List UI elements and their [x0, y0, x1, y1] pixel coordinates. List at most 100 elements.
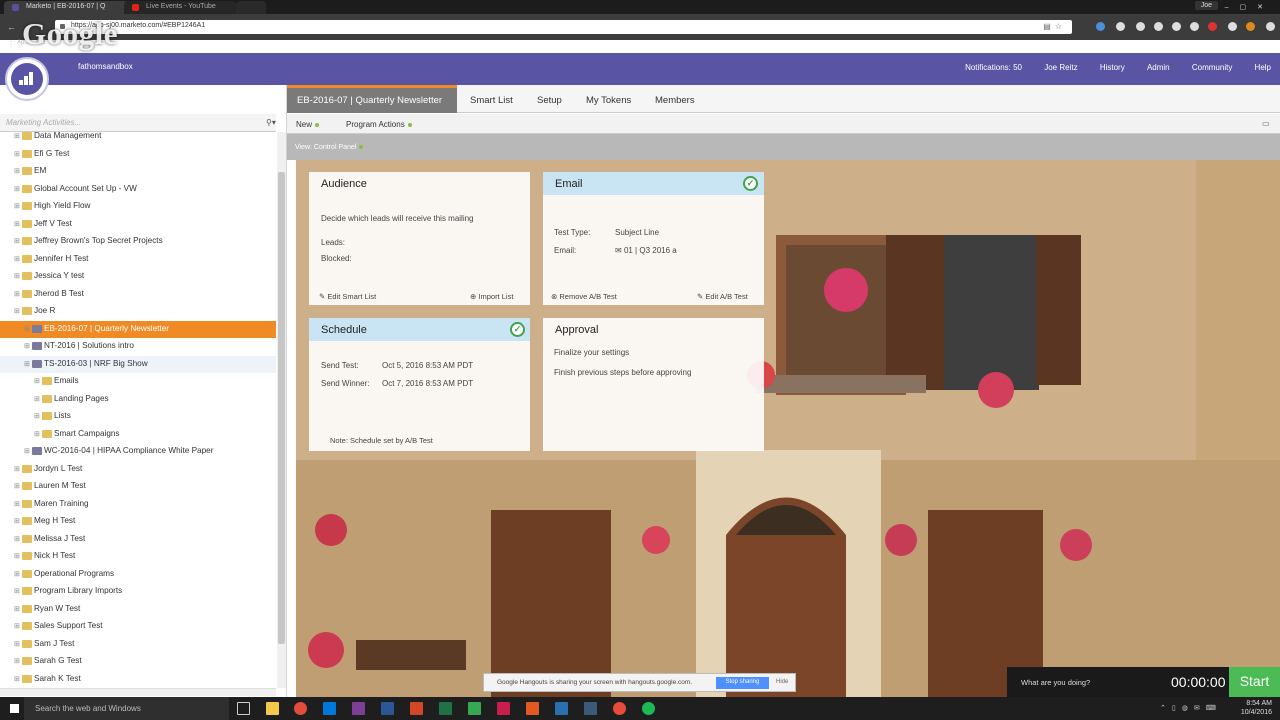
history-menu[interactable]: History — [1100, 63, 1125, 72]
file-explorer-icon[interactable] — [266, 702, 279, 715]
tab-program[interactable]: EB-2016-07 | Quarterly Newsletter — [287, 85, 457, 113]
expand-icon[interactable]: ⊞ — [34, 430, 40, 438]
indesign-icon[interactable] — [497, 702, 510, 715]
photoshop-icon[interactable] — [555, 702, 568, 715]
tree-item[interactable]: ⊞ TS-2016-03 | NRF Big Show — [0, 355, 276, 373]
tree-item[interactable]: ⊞ Program Library Imports — [0, 583, 276, 601]
back-arrow-icon[interactable]: ← — [7, 22, 16, 32]
expand-icon[interactable]: ⊞ — [14, 517, 20, 525]
extension-icon[interactable] — [1154, 22, 1163, 31]
tree-item[interactable]: ⊞ Smart Campaigns — [0, 426, 276, 444]
workspace-name[interactable]: fathomsandbox — [78, 62, 133, 71]
extension-icon[interactable] — [1116, 22, 1125, 31]
expand-icon[interactable]: ⊞ — [24, 325, 30, 333]
extension-icon[interactable] — [1228, 22, 1237, 31]
new-menu[interactable]: New — [296, 120, 320, 129]
tree-item[interactable]: ⊞ High Yield Flow — [0, 198, 276, 216]
tree-item[interactable]: ⊞ Ryan W Test — [0, 601, 276, 619]
tree-item[interactable]: ⊞ Data Management — [0, 132, 276, 146]
tab-smart-list[interactable]: Smart List — [470, 85, 513, 113]
expand-icon[interactable]: ⊞ — [14, 255, 20, 263]
extension-icon[interactable] — [1190, 22, 1199, 31]
tab-members[interactable]: Members — [655, 85, 695, 113]
word-icon[interactable] — [381, 702, 394, 715]
system-tray-icons[interactable]: ⌃▯◍✉⌨ — [1160, 704, 1222, 712]
expand-icon[interactable]: ⊞ — [14, 482, 20, 490]
tree-item[interactable]: ⊞ Global Account Set Up - VW — [0, 181, 276, 199]
menu-icon[interactable] — [1266, 22, 1275, 31]
program-actions-menu[interactable]: Program Actions — [346, 120, 412, 129]
expand-icon[interactable]: ⊞ — [14, 465, 20, 473]
expand-icon[interactable]: ⊞ — [14, 640, 20, 648]
admin-link[interactable]: Admin — [1147, 63, 1170, 72]
tree-item[interactable]: ⊞ NT-2016 | Solutions intro — [0, 338, 276, 356]
tree-item[interactable]: ⊞ WC-2016-04 | HIPAA Compliance White Pap… — [0, 443, 276, 461]
tree-item[interactable]: ⊞ Nick H Test — [0, 548, 276, 566]
onenote-icon[interactable] — [352, 702, 365, 715]
taskbar-search-box[interactable]: Search the web and Windows — [24, 697, 229, 720]
tree-item[interactable]: ⊞ Sales Support Test — [0, 618, 276, 636]
expand-icon[interactable]: ⊞ — [14, 202, 20, 210]
expand-icon[interactable]: ⊞ — [14, 622, 20, 630]
tree-item[interactable]: ⊞ Jessica Y test — [0, 268, 276, 286]
tree-item[interactable]: ⊞ Meg H Test — [0, 513, 276, 531]
tree-item[interactable]: ⊞ Jennifer H Test — [0, 251, 276, 269]
community-link[interactable]: Community — [1192, 63, 1232, 72]
powerpoint-icon[interactable] — [410, 702, 423, 715]
tree-item[interactable]: ⊞ Emails — [0, 373, 276, 391]
bookmark-star-icon[interactable]: ▤☆ — [1043, 22, 1066, 31]
tree-item[interactable]: ⊞ Sam J Test — [0, 636, 276, 654]
expand-icon[interactable]: ⊞ — [14, 500, 20, 508]
task-view-icon[interactable] — [237, 702, 250, 715]
expand-icon[interactable]: ⊞ — [34, 395, 40, 403]
tree-item[interactable]: ⊞ Sarah K Test — [0, 671, 276, 689]
expand-icon[interactable]: ⊞ — [24, 342, 30, 350]
tree-scrollbar[interactable] — [277, 132, 286, 688]
user-menu[interactable]: Joe Reitz — [1044, 63, 1077, 72]
expand-icon[interactable]: ⊞ — [14, 290, 20, 298]
tab-my-tokens[interactable]: My Tokens — [586, 85, 631, 113]
start-timer-button[interactable]: Start — [1229, 667, 1280, 697]
marketo-logo[interactable] — [5, 57, 49, 101]
tree-item[interactable]: ⊞ Maren Training — [0, 496, 276, 514]
activity-prompt[interactable]: What are you doing? — [1021, 678, 1090, 687]
spotify-icon[interactable] — [642, 702, 655, 715]
lightroom-icon[interactable] — [584, 702, 597, 715]
maximize-icon[interactable]: ▭ — [1262, 119, 1270, 128]
tree-item[interactable]: ⊞ Jordyn L Test — [0, 461, 276, 479]
chrome-icon[interactable] — [294, 702, 307, 715]
tab-setup[interactable]: Setup — [537, 85, 562, 113]
edit-smart-list-link[interactable]: ✎ Edit Smart List — [319, 292, 376, 301]
expand-icon[interactable]: ⊞ — [14, 132, 20, 140]
expand-icon[interactable]: ⊞ — [34, 412, 40, 420]
excel-icon[interactable] — [439, 702, 452, 715]
tree-item[interactable]: ⊞ Lauren M Test — [0, 478, 276, 496]
tree-item[interactable]: ⊞ Efi G Test — [0, 146, 276, 164]
notifications-link[interactable]: Notifications: 50 — [965, 63, 1022, 72]
tree-item[interactable]: ⊞ Jeffrey Brown's Top Secret Projects — [0, 233, 276, 251]
expand-icon[interactable]: ⊞ — [14, 150, 20, 158]
email-value[interactable]: ✉ 01 | Q3 2016 a — [615, 246, 677, 255]
filter-icon[interactable]: ⚲▾ — [266, 118, 276, 127]
expand-icon[interactable]: ⊞ — [14, 552, 20, 560]
help-menu[interactable]: Help — [1255, 63, 1271, 72]
taskbar-clock[interactable]: 8:54 AM 10/4/2016 — [1241, 699, 1272, 717]
tree-item[interactable]: ⊞ EB-2016-07 | Quarterly Newsletter — [0, 320, 276, 338]
extension-icon[interactable] — [1208, 22, 1217, 31]
expand-icon[interactable]: ⊞ — [14, 605, 20, 613]
expand-icon[interactable]: ⊞ — [14, 185, 20, 193]
tree-item[interactable]: ⊞ Lists — [0, 408, 276, 426]
browser-tab-youtube[interactable]: Live Events - YouTube — [124, 1, 236, 14]
tree-item[interactable]: ⊞ Melissa J Test — [0, 531, 276, 549]
view-selector[interactable]: View: Control Panel — [295, 144, 364, 151]
tree-item[interactable]: ⊞ Jherod B Test — [0, 286, 276, 304]
tree-item[interactable]: ⊞ Operational Programs — [0, 566, 276, 584]
illustrator-icon[interactable] — [526, 702, 539, 715]
expand-icon[interactable]: ⊞ — [14, 220, 20, 228]
scrollbar-thumb[interactable] — [278, 172, 285, 644]
expand-icon[interactable]: ⊞ — [24, 447, 30, 455]
tree-item[interactable]: ⊞ Jeff V Test — [0, 216, 276, 234]
profile-button[interactable]: Joe — [1194, 1, 1218, 10]
expand-icon[interactable]: ⊞ — [14, 535, 20, 543]
tree-item[interactable]: ⊞ Sarah G Test — [0, 653, 276, 671]
